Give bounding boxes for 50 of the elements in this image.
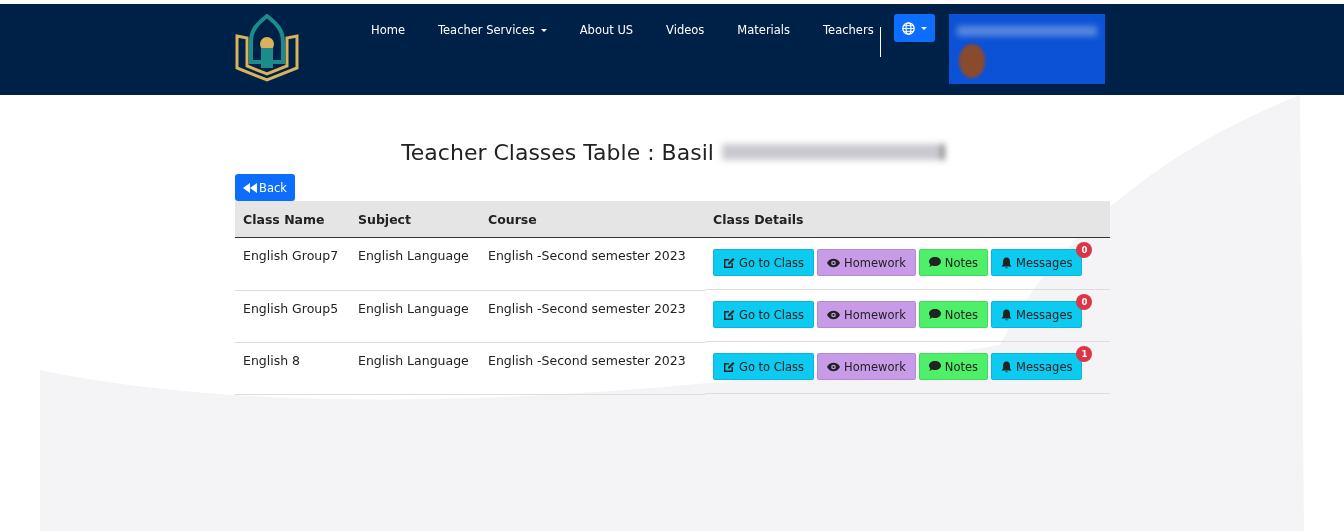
table-cell: English -Second semester 2023 [480, 290, 705, 342]
table-cell: English Language [350, 342, 480, 394]
nav-link[interactable]: About US [579, 23, 634, 37]
class-button[interactable]: Go to Class [713, 301, 815, 328]
eye-icon [827, 257, 841, 268]
notes-button[interactable]: Notes [918, 301, 989, 328]
avatar-icon [958, 44, 985, 78]
messages-button[interactable]: Messages [991, 353, 1083, 380]
messages-button[interactable]: Messages [991, 301, 1083, 328]
homework-button[interactable]: Homework [817, 353, 916, 380]
class-button[interactable]: Go to Class [713, 353, 815, 380]
table-cell: English Group7 [235, 237, 350, 290]
page-title: Teacher Classes Table : Basil [401, 139, 714, 165]
table-cell: English Group5 [235, 290, 350, 342]
bell-icon [1001, 308, 1013, 321]
column-header: Class Details [705, 201, 1110, 238]
notes-button[interactable]: Notes [918, 353, 989, 380]
table-cell: English 8 [235, 342, 350, 394]
eye-icon [827, 309, 841, 320]
mosque-book-logo-icon [235, 14, 299, 82]
table-cell: English -Second semester 2023 [480, 342, 705, 394]
bell-icon [1001, 360, 1013, 373]
edit-icon [723, 360, 735, 373]
nav-link[interactable]: Teachers [823, 23, 874, 37]
table-cell: English Language [350, 290, 480, 342]
class-button[interactable]: Go to Class [713, 249, 815, 276]
rewind-icon [243, 182, 257, 193]
notes-button[interactable]: Notes [918, 249, 989, 276]
table-cell: English -Second semester 2023 [480, 237, 705, 290]
nav-link[interactable]: Videos [666, 23, 705, 37]
eye-icon [827, 361, 841, 372]
globe-icon [901, 21, 915, 35]
messages-button[interactable]: Messages [991, 249, 1083, 276]
bell-icon [1001, 256, 1013, 269]
nav-link[interactable]: Materials [737, 23, 791, 37]
language-button[interactable] [893, 14, 935, 42]
column-header: Subject [350, 201, 480, 238]
homework-button[interactable]: Homework [817, 249, 916, 276]
speech-bubble-icon [928, 309, 941, 320]
homework-button[interactable]: Homework [817, 301, 916, 328]
speech-bubble-icon [928, 257, 941, 268]
nav-link[interactable]: Teacher Services [437, 23, 547, 37]
back-button[interactable]: Back [235, 174, 295, 201]
speech-bubble-icon [928, 361, 941, 372]
table-cell: English Language [350, 237, 480, 290]
edit-icon [723, 256, 735, 269]
column-header: Course [480, 201, 705, 238]
column-header: Class Name [235, 201, 350, 238]
nav-link[interactable]: Home [371, 23, 405, 37]
edit-icon [723, 308, 735, 321]
